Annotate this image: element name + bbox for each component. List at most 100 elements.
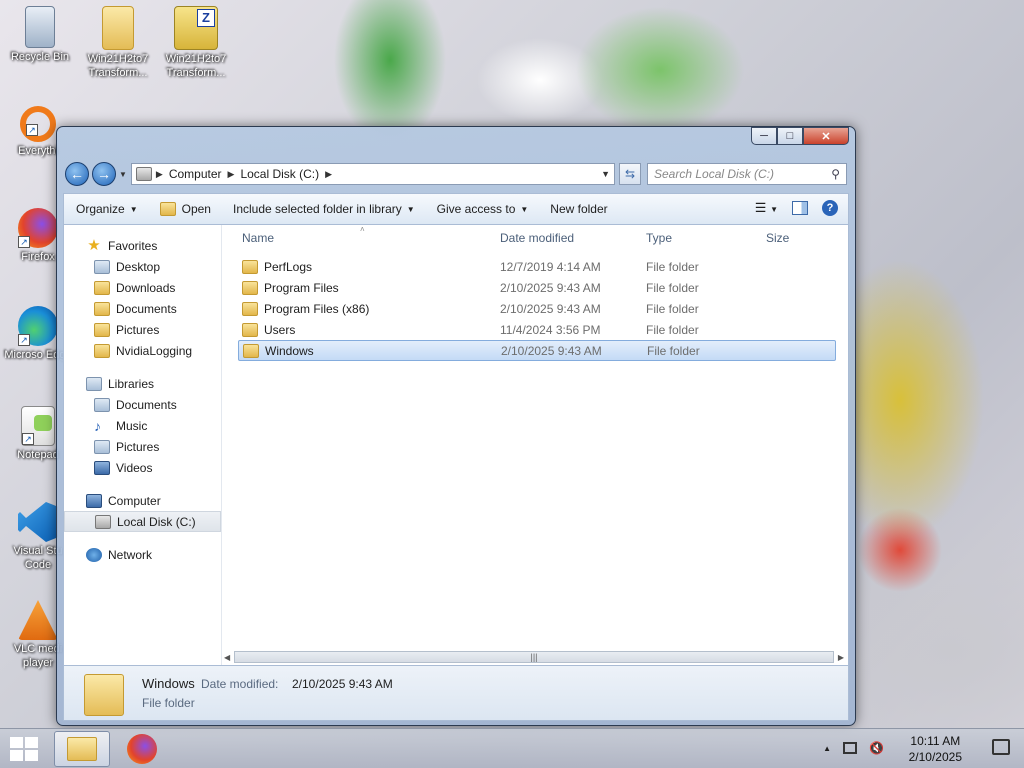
file-type: File folder xyxy=(646,322,699,337)
desktop-icon-win21h2to7-folder[interactable]: Win21H2to7 Transform... xyxy=(80,6,156,80)
refresh-button[interactable]: ⇆ xyxy=(619,163,641,185)
volume-muted-icon[interactable]: 🔇 xyxy=(869,741,884,755)
refresh-icon: ⇆ xyxy=(624,167,636,181)
nav-lib-pictures[interactable]: Pictures xyxy=(64,436,221,457)
drive-icon xyxy=(95,514,111,529)
scroll-right-icon[interactable]: ▶ xyxy=(838,653,844,662)
table-row-selected[interactable]: Windows 2/10/2025 9:43 AM File folder xyxy=(238,340,836,361)
chevron-right-icon[interactable]: ▶ xyxy=(156,169,163,180)
chevron-right-icon[interactable]: ▶ xyxy=(228,169,235,180)
content-area: ★ Favorites Desktop Downloads Documents P… xyxy=(63,225,849,665)
table-row[interactable]: Program Files (x86) 2/10/2025 9:43 AM Fi… xyxy=(238,298,836,319)
nav-lib-documents[interactable]: Documents xyxy=(64,394,221,415)
organize-label: Organize xyxy=(76,202,125,216)
forward-button[interactable]: → xyxy=(92,162,116,186)
file-date: 2/10/2025 9:43 AM xyxy=(500,280,601,295)
nav-computer[interactable]: Computer xyxy=(64,490,221,511)
recycle-bin-icon xyxy=(25,6,55,48)
nav-lib-videos[interactable]: Videos xyxy=(64,457,221,478)
nav-label: Network xyxy=(108,547,153,562)
nav-label: Pictures xyxy=(116,322,160,337)
network-icon xyxy=(86,547,102,562)
breadcrumb-local-disk[interactable]: Local Disk (C:) xyxy=(240,167,319,181)
music-icon: ♪ xyxy=(94,417,101,434)
firefox-icon xyxy=(127,734,157,764)
view-options-icon[interactable]: ☰ ▼ xyxy=(755,200,778,216)
nav-libraries[interactable]: Libraries xyxy=(64,373,221,394)
table-row[interactable]: PerfLogs 12/7/2019 4:14 AM File folder xyxy=(238,256,836,277)
preview-pane-icon[interactable] xyxy=(792,201,808,215)
address-bar[interactable]: ▶ Computer ▶ Local Disk (C:) ▶ ▼ xyxy=(130,163,615,185)
desktop-icon-recycle-bin[interactable]: Recycle Bin xyxy=(2,6,78,64)
new-folder-label: New folder xyxy=(550,202,608,216)
back-button[interactable]: ← xyxy=(65,162,89,186)
vlc-icon xyxy=(18,600,58,640)
folder-icon xyxy=(242,301,258,316)
help-icon[interactable]: ? xyxy=(822,200,838,216)
maximize-button[interactable]: □ xyxy=(777,127,803,145)
desktop-icon-win21h2to7-archive[interactable]: Z Win21H2to7 Transform... xyxy=(158,6,234,80)
nav-item-pictures[interactable]: Pictures xyxy=(64,319,221,340)
file-date: 12/7/2019 4:14 AM xyxy=(500,259,601,274)
nav-item-documents[interactable]: Documents xyxy=(64,298,221,319)
dropdown-arrow-icon: ▼ xyxy=(520,204,529,214)
start-button[interactable] xyxy=(10,737,38,761)
nav-label: Pictures xyxy=(116,439,160,454)
nav-favorites[interactable]: ★ Favorites xyxy=(64,235,221,256)
search-icon: ⚲ xyxy=(831,167,840,181)
table-row[interactable]: Program Files 2/10/2025 9:43 AM File fol… xyxy=(238,277,836,298)
open-folder-icon xyxy=(159,202,176,216)
column-date-modified[interactable]: Date modified xyxy=(500,231,574,245)
include-in-library-button[interactable]: Include selected folder in library ▼ xyxy=(233,202,415,216)
command-bar: Organize ▼ Open Include selected folder i… xyxy=(63,193,849,225)
minimize-button[interactable]: ─ xyxy=(751,127,777,145)
explorer-window: ─ □ ✕ ← → ▼ ▶ Computer ▶ Local Disk (C:)… xyxy=(56,126,856,726)
navigation-pane: ★ Favorites Desktop Downloads Documents P… xyxy=(64,225,222,665)
search-input[interactable]: Search Local Disk (C:) ⚲ xyxy=(647,163,847,185)
details-date-label: Date modified: xyxy=(201,677,279,691)
chevron-right-icon[interactable]: ▶ xyxy=(325,169,332,180)
nav-lib-music[interactable]: ♪ Music xyxy=(64,415,221,436)
nav-local-disk[interactable]: Local Disk (C:) xyxy=(64,511,221,532)
nav-network[interactable]: Network xyxy=(64,544,221,565)
scrollbar-thumb[interactable]: ||| xyxy=(234,651,834,663)
column-size[interactable]: Size xyxy=(766,231,789,245)
taskbar-clock[interactable]: 10:11 AM 2/10/2025 xyxy=(909,733,962,765)
close-button[interactable]: ✕ xyxy=(803,127,849,145)
column-name[interactable]: Name xyxy=(242,231,274,245)
nav-item-desktop[interactable]: Desktop xyxy=(64,256,221,277)
archive-icon: Z xyxy=(174,6,218,50)
nav-item-downloads[interactable]: Downloads xyxy=(64,277,221,298)
shortcut-arrow-icon: ↗ xyxy=(22,433,34,445)
pictures-icon xyxy=(94,439,110,454)
organize-button[interactable]: Organize ▼ xyxy=(76,202,138,216)
column-type[interactable]: Type xyxy=(646,231,672,245)
file-name: Program Files xyxy=(264,280,339,295)
horizontal-scrollbar[interactable]: ◀ ||| ▶ xyxy=(224,649,844,665)
clock-date: 2/10/2025 xyxy=(908,750,962,764)
network-status-icon[interactable] xyxy=(843,742,858,754)
nav-label: Favorites xyxy=(108,238,158,253)
nav-item-nvidialogging[interactable]: NvidiaLogging xyxy=(64,340,221,361)
new-folder-button[interactable]: New folder xyxy=(550,202,607,216)
taskbar: ▲ 🔇 10:11 AM 2/10/2025 xyxy=(0,728,1024,768)
file-type: File folder xyxy=(646,301,699,316)
show-hidden-icons[interactable]: ▲ xyxy=(823,744,831,753)
notifications-icon[interactable] xyxy=(992,739,1010,755)
give-access-label: Give access to xyxy=(436,202,516,216)
breadcrumb-computer[interactable]: Computer xyxy=(169,167,222,181)
recent-pages-dropdown[interactable]: ▼ xyxy=(119,170,127,179)
taskbar-firefox[interactable] xyxy=(114,731,170,767)
nav-label: NvidiaLogging xyxy=(116,343,193,358)
system-tray: ▲ 🔇 xyxy=(811,741,884,755)
computer-icon xyxy=(86,493,102,508)
give-access-button[interactable]: Give access to ▼ xyxy=(437,202,529,216)
sort-indicator-icon: ˄ xyxy=(360,225,365,234)
folder-icon xyxy=(243,343,259,358)
scroll-left-icon[interactable]: ◀ xyxy=(224,653,230,662)
address-dropdown-icon[interactable]: ▼ xyxy=(601,169,610,179)
open-button[interactable]: Open xyxy=(159,202,211,216)
taskbar-file-explorer[interactable] xyxy=(54,731,110,767)
table-row[interactable]: Users 11/4/2024 3:56 PM File folder xyxy=(238,319,836,340)
everything-icon: ↗ xyxy=(20,106,56,142)
